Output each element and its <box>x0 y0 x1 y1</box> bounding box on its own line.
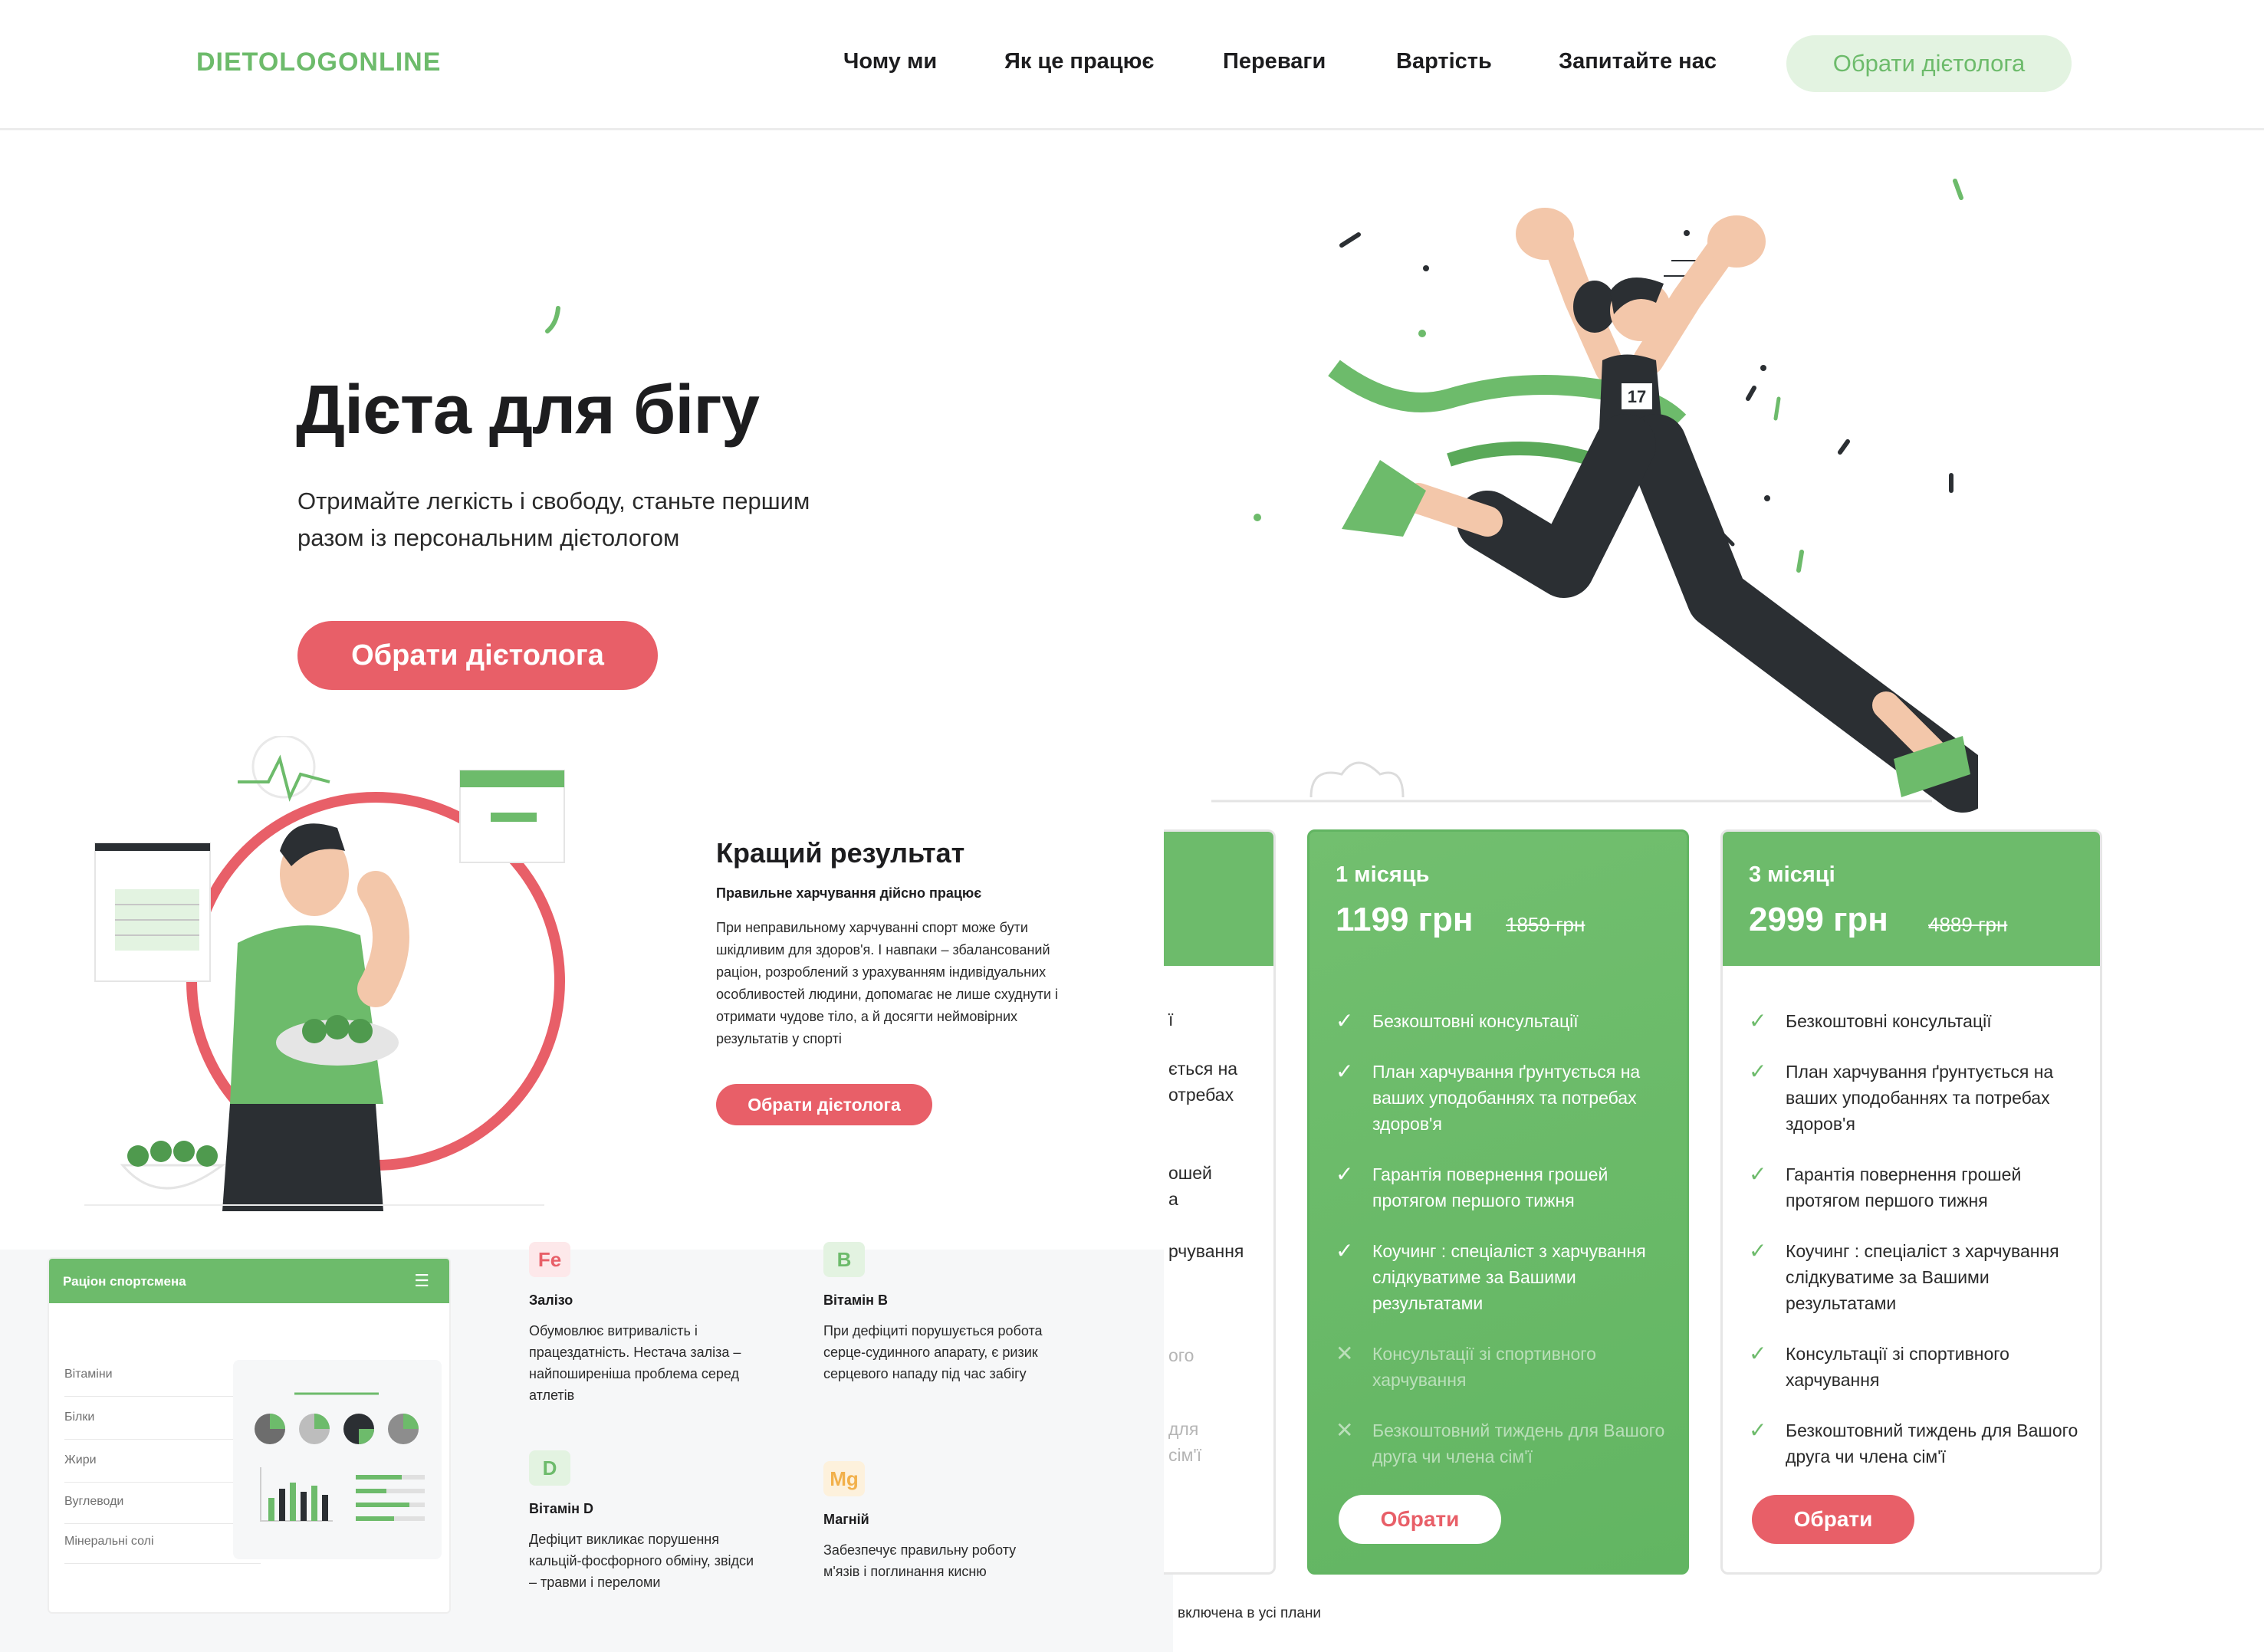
iron-title: Залізо <box>529 1292 573 1308</box>
hero-title: Дієта для бігу <box>296 372 760 448</box>
plan-feature: ✓ Коучинг : спеціаліст з харчування слідк… <box>1336 1239 1646 1313</box>
cross-icon: ✕ <box>1336 1418 1354 1442</box>
partial-feature-text: рчування <box>1168 1241 1244 1261</box>
iron-badge: Fe <box>529 1242 570 1277</box>
plan-feature: ✓ Консультації зі спортивного харчування <box>1749 1342 2009 1390</box>
plan-period: 1 місяць <box>1336 862 1430 887</box>
better-result-choose-button[interactable]: Обрати дієтолога <box>716 1084 932 1125</box>
plan-feature: ✓ Гарантія повернення грошей протягом пер… <box>1749 1162 2022 1210</box>
ration-row-label: Вуглеводи <box>64 1495 124 1508</box>
check-icon: ✓ <box>1336 1059 1354 1083</box>
site-header: DIETOLOGONLINE Чому ми Як це працює Пере… <box>0 0 2264 130</box>
settings-sliders-icon[interactable]: ☰ <box>414 1271 429 1291</box>
plan-feature: ✓ Безкоштовний тиждень для Вашого друга ч… <box>1749 1418 2078 1466</box>
plan-old-price: 1859 грн <box>1506 913 1585 936</box>
bib-number: 17 <box>1628 387 1646 406</box>
pricing-footnote: включена в усі плани <box>1178 1605 1322 1621</box>
partial-feature-text: для <box>1168 1419 1199 1439</box>
ration-row-label: Вітаміни <box>64 1368 113 1381</box>
athlete-ration-card: Раціон спортсмена ☰ Вітаміни ✓ Білки ✓ Ж… <box>48 1257 451 1614</box>
partial-feature-text: ошей <box>1168 1163 1212 1183</box>
plan-old-price: 4889 грн <box>1928 913 2008 936</box>
athlete-ration-header: Раціон спортсмена ☰ <box>49 1259 449 1303</box>
ration-row-label: Білки <box>64 1411 95 1424</box>
nav-item-pricing[interactable]: Вартість <box>1396 49 1492 74</box>
partial-feature-text: ється на <box>1168 1059 1238 1079</box>
nutrition-mini-chart <box>233 1360 442 1559</box>
brand-logo[interactable]: DIETOLOGONLINE <box>196 48 441 77</box>
choose-plan-3-months-button[interactable]: Обрати <box>1752 1495 1914 1544</box>
vitamin-b-badge: B <box>823 1242 865 1277</box>
pricing-card-header <box>1723 832 2100 966</box>
check-icon: ✓ <box>1749 1239 1767 1263</box>
choose-plan-1-month-button[interactable]: Обрати <box>1339 1495 1501 1544</box>
better-result-title: Кращий результат <box>716 837 965 869</box>
confetti-decoration <box>541 301 580 343</box>
check-icon: ✓ <box>1749 1162 1767 1186</box>
hero-subtitle: Отримайте легкість і свободу, станьте пе… <box>297 488 810 551</box>
nav-item-ask-us[interactable]: Запитайте нас <box>1559 49 1717 74</box>
plan-feature: ✓ Гарантія повернення грошей протягом пер… <box>1336 1162 1608 1210</box>
vitamin-b-text: При дефіциті порушується робота серце-су… <box>823 1323 1043 1381</box>
ration-row: Вуглеводи ✓ <box>64 1495 261 1524</box>
plan-feature: ✓ План харчування ґрунтується на ваших уп… <box>1336 1059 1641 1134</box>
ration-row: Мінеральні солі ✓ <box>64 1535 261 1564</box>
plan-feature: ✓ Коучинг : спеціаліст з харчування слідк… <box>1749 1239 2059 1313</box>
magnesium-title: Магній <box>823 1512 869 1527</box>
check-icon: ✓ <box>1749 1418 1767 1442</box>
vitamin-d-text: Дефіцит викликає порушення кальцій-фосфо… <box>529 1532 754 1590</box>
nav-item-how-it-works[interactable]: Як це працює <box>1004 49 1154 74</box>
partial-feature-text: отребах <box>1168 1085 1234 1105</box>
ration-row-label: Жири <box>64 1453 97 1466</box>
runner-illustration: 17 <box>1196 169 1993 813</box>
ration-row: Білки ✓ <box>64 1411 261 1440</box>
ration-row-label: Мінеральні солі <box>64 1535 154 1548</box>
iron-text: Обумовлює витривалість і працездатність.… <box>529 1323 741 1403</box>
pricing-card-header <box>1309 832 1687 966</box>
plan-feature: ✓ План харчування ґрунтується на ваших уп… <box>1749 1059 2054 1134</box>
partial-card-header <box>1164 832 1273 966</box>
pricing-card-partial: ї ється на отребах ошей а рчування ого д… <box>1164 829 1276 1575</box>
nav-item-advantages[interactable]: Переваги <box>1223 49 1326 74</box>
nav-item-why-us[interactable]: Чому ми <box>843 49 937 74</box>
vitamin-b-title: Вітамін B <box>823 1292 889 1308</box>
healthy-eating-illustration <box>84 734 575 1211</box>
vitamin-d-badge: D <box>529 1450 570 1486</box>
pricing-card-1-month: 1 місяць 1199 грн 1859 грн ✓ Безкоштовні … <box>1307 829 1689 1575</box>
cross-icon: ✕ <box>1336 1342 1354 1365</box>
hero-choose-dietologist-button[interactable]: Обрати дієтолога <box>297 621 658 690</box>
ration-row: Жири ✓ <box>64 1453 261 1483</box>
partial-feature-text: ї <box>1168 1010 1174 1030</box>
athlete-ration-title: Раціон спортсмена <box>63 1274 186 1289</box>
magnesium-text: Забезпечує правильну роботу м'язів і пог… <box>823 1542 1017 1579</box>
plan-feature: ✓ Безкоштовні консультації <box>1336 1009 1579 1033</box>
plan-feature-excluded: ✕ Безкоштовний тиждень для Вашого друга ч… <box>1336 1418 1665 1466</box>
check-icon: ✓ <box>1336 1009 1354 1033</box>
choose-dietologist-nav-button[interactable]: Обрати дієтолога <box>1786 35 2072 92</box>
plan-period: 3 місяці <box>1749 862 1835 887</box>
plan-price: 1199 грн <box>1336 901 1474 938</box>
check-icon: ✓ <box>1749 1059 1767 1083</box>
check-icon: ✓ <box>1336 1239 1354 1263</box>
better-result-text: При неправильному харчуванні спорт може … <box>716 920 1059 1046</box>
plan-feature-excluded: ✕ Консультації зі спортивного харчування <box>1336 1342 1596 1390</box>
partial-feature-text: сім'ї <box>1168 1445 1202 1465</box>
plan-price: 2999 грн <box>1749 901 1888 938</box>
plan-feature: ✓ Безкоштовні консультації <box>1749 1009 1992 1033</box>
vitamin-d-title: Вітамін D <box>529 1501 594 1516</box>
check-icon: ✓ <box>1749 1009 1767 1033</box>
partial-feature-text: а <box>1168 1189 1178 1209</box>
partial-feature-text: ого <box>1168 1345 1194 1365</box>
check-icon: ✓ <box>1336 1162 1354 1186</box>
better-result-subtitle: Правильне харчування дійсно працює <box>716 885 982 901</box>
ration-row: Вітаміни ✓ <box>64 1368 261 1397</box>
pricing-card-3-months: 3 місяці 2999 грн 4889 грн ✓ Безкоштовні … <box>1720 829 2102 1575</box>
magnesium-badge: Mg <box>823 1461 865 1496</box>
check-icon: ✓ <box>1749 1342 1767 1365</box>
